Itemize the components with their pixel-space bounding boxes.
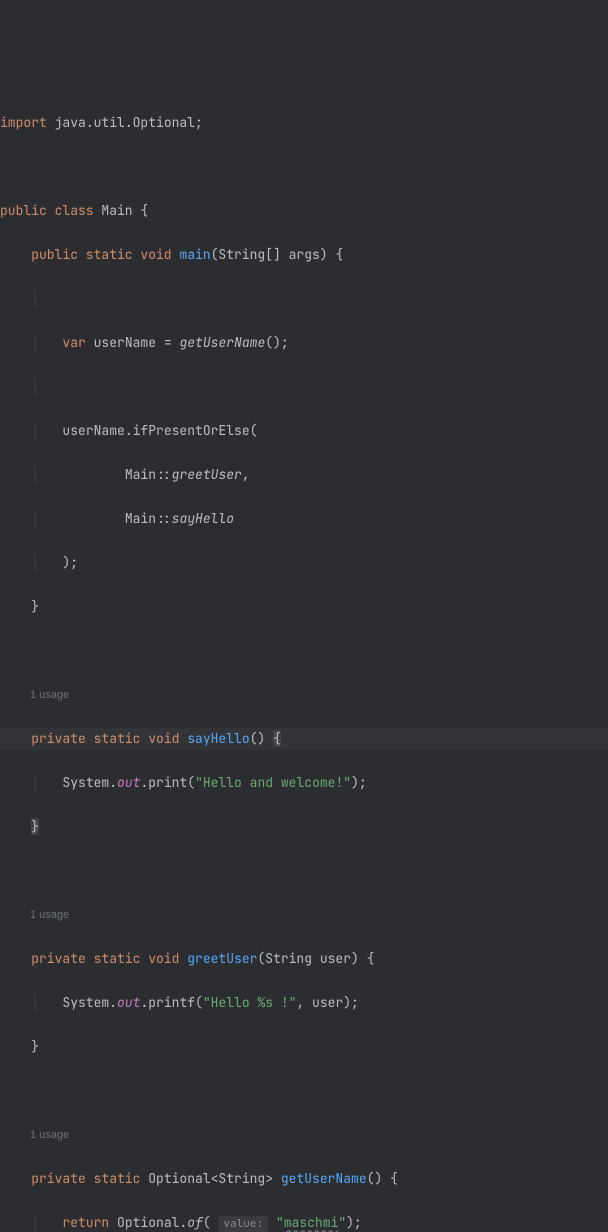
code-line: private static Optional<String> getUserN… [0, 1168, 608, 1190]
code-line: public static void main(String[] args) { [0, 244, 608, 266]
method-name: main [179, 246, 210, 263]
static-field: out [117, 994, 140, 1011]
usage-hint[interactable]: 1 usage [0, 684, 608, 706]
parameter-hint: value: [218, 1216, 268, 1232]
code-line: │ System.out.print("Hello and welcome!")… [0, 772, 608, 794]
keyword: import [0, 114, 47, 131]
indent-guide: │ [31, 1214, 39, 1231]
indent-guide: │ [31, 466, 39, 483]
code-line: │ return Optional.of( value: "maschmi"); [0, 1212, 608, 1232]
method-ref: greetUser [172, 466, 242, 483]
indent-guide: │ [31, 378, 39, 395]
import-path: java.util.Optional; [47, 114, 203, 131]
indent-guide: │ [31, 554, 39, 571]
code-line: } [0, 816, 608, 838]
method-name: getUserName [281, 1170, 367, 1187]
code-line: import java.util.Optional; [0, 112, 608, 134]
bracket-highlight: { [273, 730, 281, 747]
code-line [0, 860, 608, 882]
method-call: of [187, 1214, 203, 1231]
code-line: │ ); [0, 552, 608, 574]
keyword: return [62, 1214, 109, 1231]
indent-guide: │ [31, 422, 39, 439]
method-ref: sayHello [172, 510, 234, 527]
keyword: private static void [31, 950, 187, 967]
string-warning: maschmi [284, 1214, 339, 1231]
code-line: │ Main::sayHello [0, 508, 608, 530]
string-literal: "Hello %s !" [203, 994, 297, 1011]
code-line: } [0, 596, 608, 618]
code-line: private static void greetUser(String use… [0, 948, 608, 970]
code-line: │ [0, 376, 608, 398]
bracket-highlight: } [31, 818, 39, 835]
string-literal: "Hello and welcome!" [195, 774, 351, 791]
keyword: private static void [31, 730, 187, 747]
code-line [0, 1080, 608, 1102]
static-field: out [117, 774, 140, 791]
usage-hint[interactable]: 1 usage [0, 904, 608, 926]
code-editor[interactable]: import java.util.Optional; public class … [0, 88, 608, 1232]
keyword: var [62, 334, 85, 351]
code-line: │ System.out.printf("Hello %s !", user); [0, 992, 608, 1014]
code-line: } [0, 1036, 608, 1058]
code-line: │ Main::greetUser, [0, 464, 608, 486]
code-line [0, 156, 608, 178]
method-name: greetUser [187, 950, 257, 967]
indent-guide: │ [31, 774, 39, 791]
code-line: │ var userName = getUserName(); [0, 332, 608, 354]
keyword: public class [0, 202, 101, 219]
code-line: │ [0, 288, 608, 310]
code-line-active: private static void sayHello() { [0, 728, 608, 750]
indent-guide: │ [31, 994, 39, 1011]
code-line: public class Main { [0, 200, 608, 222]
usage-hint[interactable]: 1 usage [0, 1124, 608, 1146]
code-line [0, 640, 608, 662]
method-name: sayHello [187, 730, 249, 747]
indent-guide: │ [31, 290, 39, 307]
keyword: public static void [31, 246, 179, 263]
code-line: │ userName.ifPresentOrElse( [0, 420, 608, 442]
indent-guide: │ [31, 334, 39, 351]
method-call: getUserName [179, 334, 265, 351]
keyword: private static [31, 1170, 148, 1187]
indent-guide: │ [31, 510, 39, 527]
class-name: Main [101, 202, 132, 219]
